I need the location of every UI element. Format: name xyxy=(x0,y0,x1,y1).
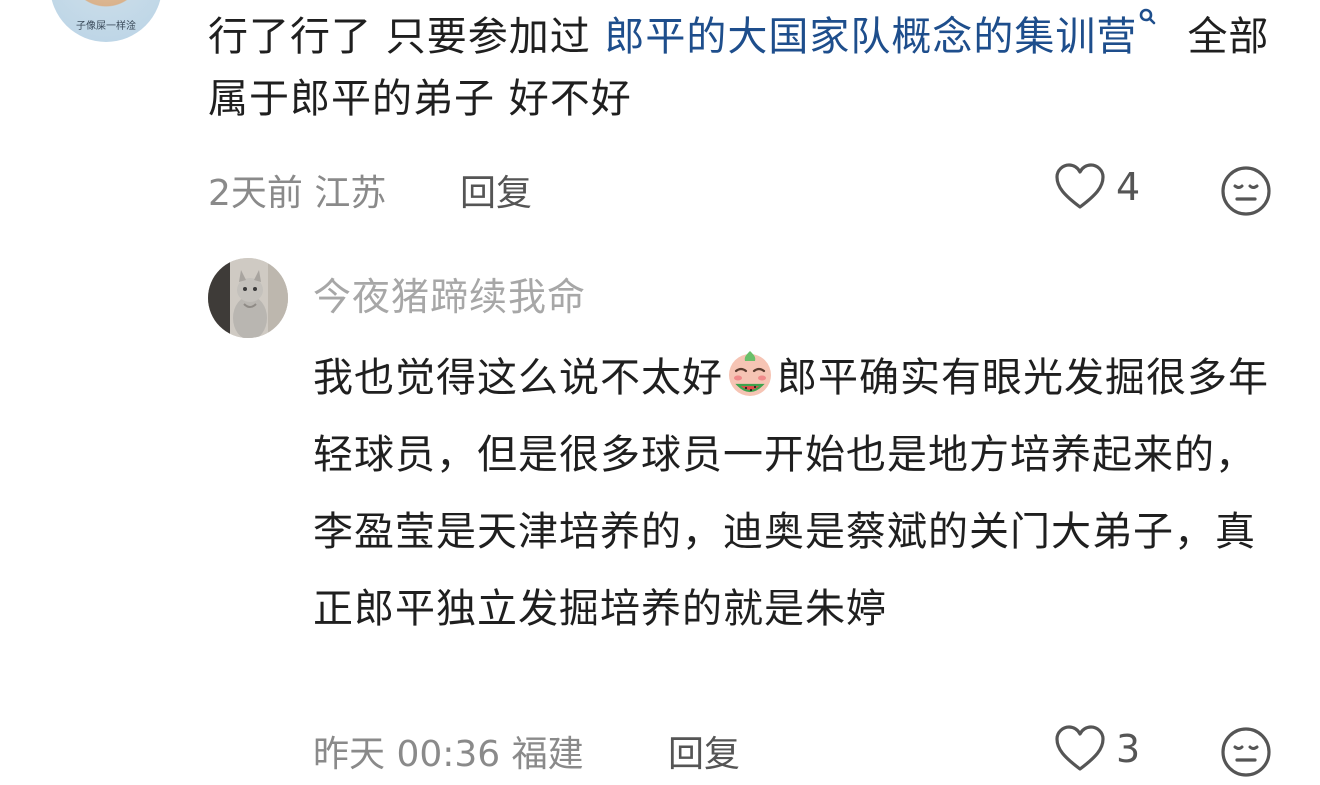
like-count: 3 xyxy=(1116,727,1141,771)
heart-icon xyxy=(1055,163,1105,209)
comment-text-part1: 我也觉得这么说不太好 xyxy=(313,355,723,401)
meh-face-icon xyxy=(1221,166,1271,216)
like-button[interactable]: 3 xyxy=(1054,725,1140,773)
avatar-caption: 子像屎一样淦 xyxy=(76,21,136,32)
like-count: 4 xyxy=(1116,165,1141,209)
watermelon-emoji xyxy=(729,351,771,396)
commenter-avatar[interactable]: 子像屎一样淦 xyxy=(50,0,162,42)
comment-body: 行了行了 只要参加过 郎平的大国家队概念的集训营 全部属于郎平的弟子 好不好 xyxy=(208,6,1288,130)
commenter-avatar[interactable] xyxy=(208,258,288,338)
username[interactable]: 今夜猪蹄续我命 xyxy=(313,266,586,321)
dislike-button[interactable] xyxy=(1220,726,1272,778)
cat-avatar-image xyxy=(208,258,288,338)
heart-icon xyxy=(1055,725,1105,771)
comment-meta: 昨天 00:36 福建 xyxy=(313,734,584,775)
search-icon[interactable] xyxy=(1137,6,1157,34)
meh-face-icon xyxy=(1221,727,1271,777)
comment-meta: 2天前 江苏 xyxy=(208,173,387,214)
reply-button[interactable]: 回复 xyxy=(460,164,532,216)
dislike-button[interactable] xyxy=(1220,165,1272,217)
comment-body: 我也觉得这么说不太好 郎平确实有眼光发掘很多年轻球员，但是很多球员一开始也是地方… xyxy=(313,340,1273,648)
comment-text-prefix: 行了行了 只要参加过 xyxy=(208,14,605,60)
search-link[interactable]: 郎平的大国家队概念的集训营 xyxy=(604,14,1137,60)
reply-button[interactable]: 回复 xyxy=(668,725,740,777)
like-button[interactable]: 4 xyxy=(1054,163,1140,211)
